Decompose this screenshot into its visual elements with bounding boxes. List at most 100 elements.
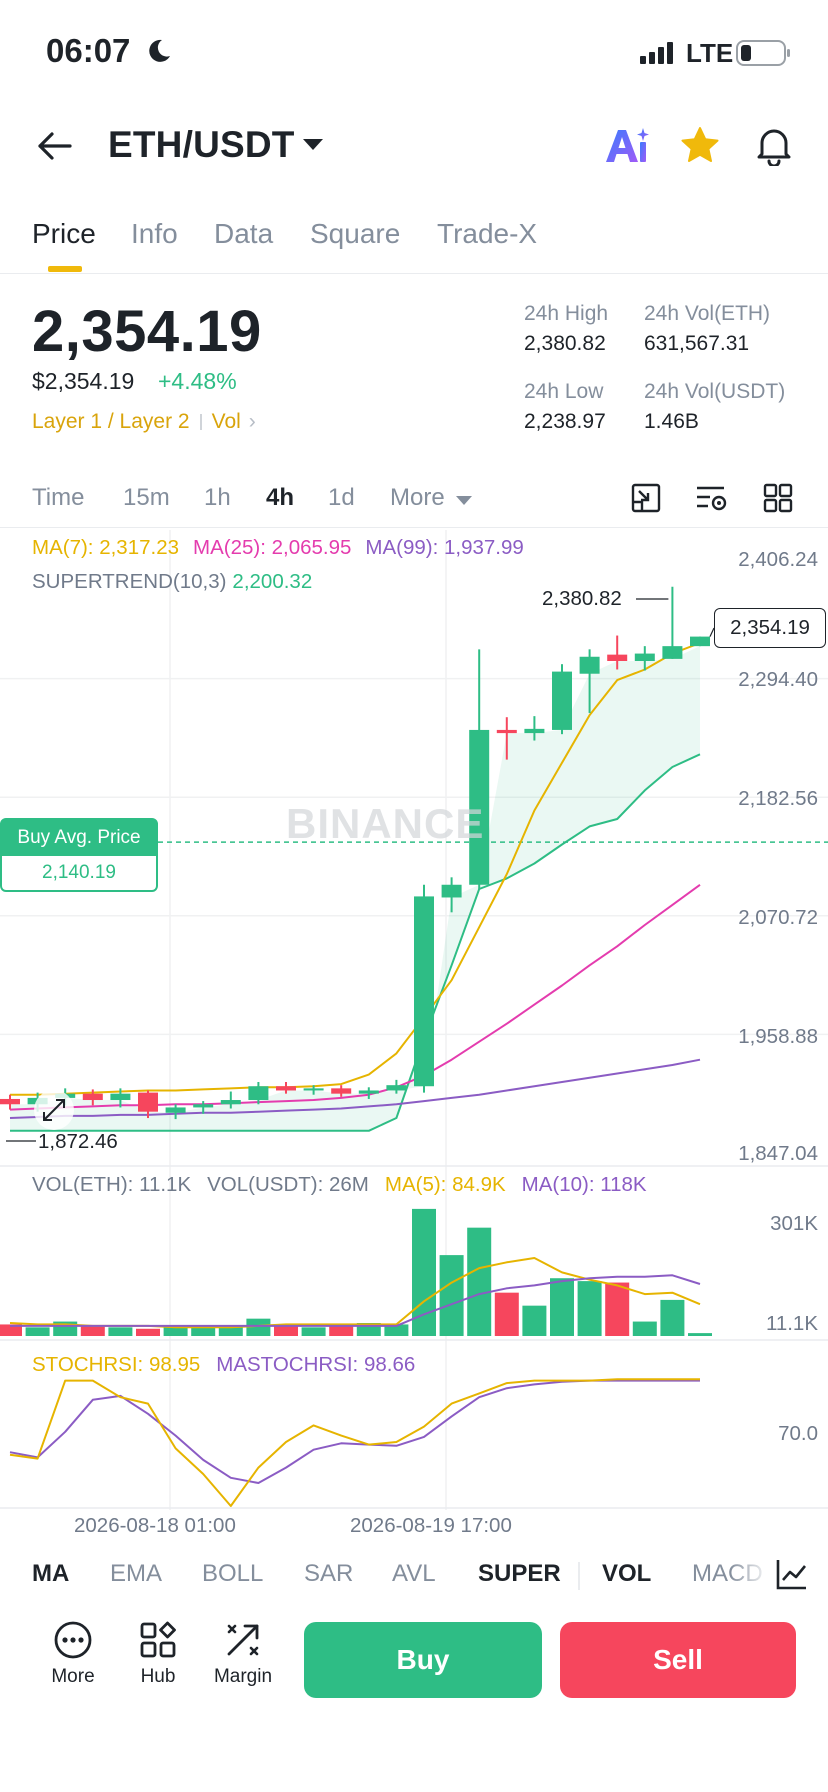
timeframe-time[interactable]: Time — [32, 484, 84, 512]
price-axis-label: 1,847.04 — [738, 1142, 818, 1165]
low-marker: 1,872.46 — [38, 1130, 118, 1153]
vol-eth-value: 631,567.31 — [644, 332, 750, 355]
timeframe-more[interactable]: More — [390, 484, 445, 512]
timeframe-1d[interactable]: 1d — [328, 484, 355, 512]
usd-price: $2,354.19 — [32, 368, 135, 394]
volume-bar — [632, 1321, 657, 1336]
indicator-avl[interactable]: AVL — [392, 1560, 436, 1588]
mastochrsi-label: MASTOCHRSI: 98.66 — [216, 1353, 416, 1376]
price-axis-label: 2,182.56 — [738, 787, 818, 810]
buy-avg-price-marker[interactable]: Buy Avg. Price 2,140.19 — [0, 818, 158, 892]
indicator-chart-icon[interactable] — [774, 1556, 810, 1592]
tag-layer[interactable]: Layer 1 / Layer 2 — [32, 410, 190, 433]
more-button[interactable]: More — [33, 1620, 113, 1688]
bottom-action-bar: More Hub Margin Buy Sell — [0, 1612, 828, 1702]
volume-bar — [439, 1255, 464, 1336]
indicator-vol[interactable]: VOL — [602, 1560, 651, 1588]
signal-icon — [640, 42, 673, 64]
candle-body — [552, 671, 572, 730]
indicator-ma[interactable]: MA — [32, 1560, 69, 1588]
margin-label: Margin — [213, 1666, 273, 1687]
buy-button[interactable]: Buy — [304, 1622, 542, 1698]
supertrend-label: SUPERTREND(10,3) — [32, 570, 227, 593]
volume-legend: VOL(ETH): 11.1K VOL(USDT): 26M MA(5): 84.9… — [32, 1173, 663, 1197]
main-tabs: Price Info Data Square Trade-X — [0, 210, 828, 274]
vol-usdt-label: 24h Vol(USDT) — [644, 380, 786, 403]
indicator-bar: MA EMA BOLL SAR AVL SUPER VOL MACD — [0, 1546, 828, 1602]
candle-body — [496, 729, 517, 734]
timeframe-4h[interactable]: 4h — [266, 484, 294, 512]
tab-info[interactable]: Info — [131, 218, 178, 250]
high-label: 24h High — [524, 302, 609, 325]
caret-down-icon[interactable] — [456, 496, 472, 506]
price-axis-label: 2,294.40 — [738, 668, 818, 691]
candle-body — [138, 1092, 158, 1112]
candle-body — [331, 1088, 352, 1094]
candle-body — [662, 646, 683, 659]
hub-button[interactable]: Hub — [118, 1620, 198, 1688]
ai-icon[interactable] — [604, 126, 650, 166]
indicator-separator — [578, 1562, 580, 1590]
tab-trade-x[interactable]: Trade-X — [437, 218, 537, 250]
tag-vol[interactable]: Vol — [212, 410, 241, 433]
tab-data[interactable]: Data — [214, 218, 273, 250]
active-tab-indicator — [48, 266, 82, 272]
candle-body — [690, 636, 710, 647]
grid-layout-icon[interactable] — [762, 482, 794, 514]
volume-bar — [108, 1327, 133, 1336]
volume-axis-label: 301K — [770, 1212, 818, 1235]
candle-body — [165, 1107, 186, 1113]
candle-body — [607, 654, 628, 661]
tag-separator — [199, 414, 202, 431]
pair-title[interactable]: ETH/USDT — [108, 124, 295, 166]
fullscreen-icon[interactable] — [630, 482, 662, 514]
stochrsi-legend: STOCHRSI: 98.95 MASTOCHRSI: 98.66 — [32, 1353, 431, 1377]
supertrend-value: 2,200.32 — [232, 570, 313, 593]
timeframe-15m[interactable]: 15m — [123, 484, 170, 512]
scroll-fade — [730, 1546, 770, 1602]
caret-down-icon[interactable] — [302, 138, 324, 152]
sell-button[interactable]: Sell — [560, 1622, 796, 1698]
candle-body — [0, 1098, 20, 1105]
chevron-right-icon: › — [248, 410, 256, 433]
network-label: LTE — [686, 38, 734, 68]
volume-bar — [660, 1299, 685, 1336]
volume-bar — [163, 1327, 188, 1336]
indicator-sar[interactable]: SAR — [304, 1560, 353, 1588]
ma25-label: MA(25): 2,065.95 — [193, 536, 352, 559]
margin-button[interactable]: Margin — [203, 1620, 283, 1688]
category-tags[interactable]: Layer 1 / Layer 2 Vol › — [32, 410, 256, 434]
volume-bar — [494, 1292, 519, 1336]
binance-watermark: BINANCE — [286, 800, 485, 847]
back-arrow-icon[interactable] — [34, 126, 74, 166]
moon-icon — [149, 39, 170, 62]
vol-usdt-indicator: VOL(USDT): 26M — [207, 1173, 369, 1196]
buy-avg-label: Buy Avg. Price — [2, 820, 156, 856]
timeframe-bar: Time 15m 1h 4h 1d More — [0, 478, 828, 528]
date-label: 2026-08-19 17:00 — [350, 1514, 512, 1537]
candle-body — [193, 1104, 214, 1108]
indicator-super[interactable]: SUPER — [478, 1560, 561, 1588]
chart-settings-icon[interactable] — [694, 482, 728, 514]
volume-bar — [329, 1325, 354, 1336]
volume-bar — [467, 1227, 492, 1336]
indicator-boll[interactable]: BOLL — [202, 1560, 263, 1588]
candle-body — [524, 728, 545, 734]
tab-price[interactable]: Price — [32, 218, 96, 250]
price-change: +4.48% — [158, 368, 237, 394]
volume-bar — [605, 1282, 630, 1336]
indicator-ema[interactable]: EMA — [110, 1560, 162, 1588]
margin-icon — [227, 1624, 259, 1656]
stochrsi-line — [9, 1378, 700, 1507]
tab-square[interactable]: Square — [310, 218, 400, 250]
date-label: 2026-08-18 01:00 — [74, 1514, 236, 1537]
mastochrsi-line — [9, 1379, 700, 1484]
ma7-label: MA(7): 2,317.23 — [32, 536, 179, 559]
volume-axis-label: 11.1K — [765, 1312, 818, 1335]
vol-eth-indicator: VOL(ETH): 11.1K — [32, 1173, 192, 1196]
star-icon[interactable] — [680, 126, 720, 166]
timeframe-1h[interactable]: 1h — [204, 484, 231, 512]
volume-bar — [246, 1318, 271, 1336]
bell-icon[interactable] — [754, 124, 794, 166]
status-time: 06:07 — [46, 32, 131, 69]
